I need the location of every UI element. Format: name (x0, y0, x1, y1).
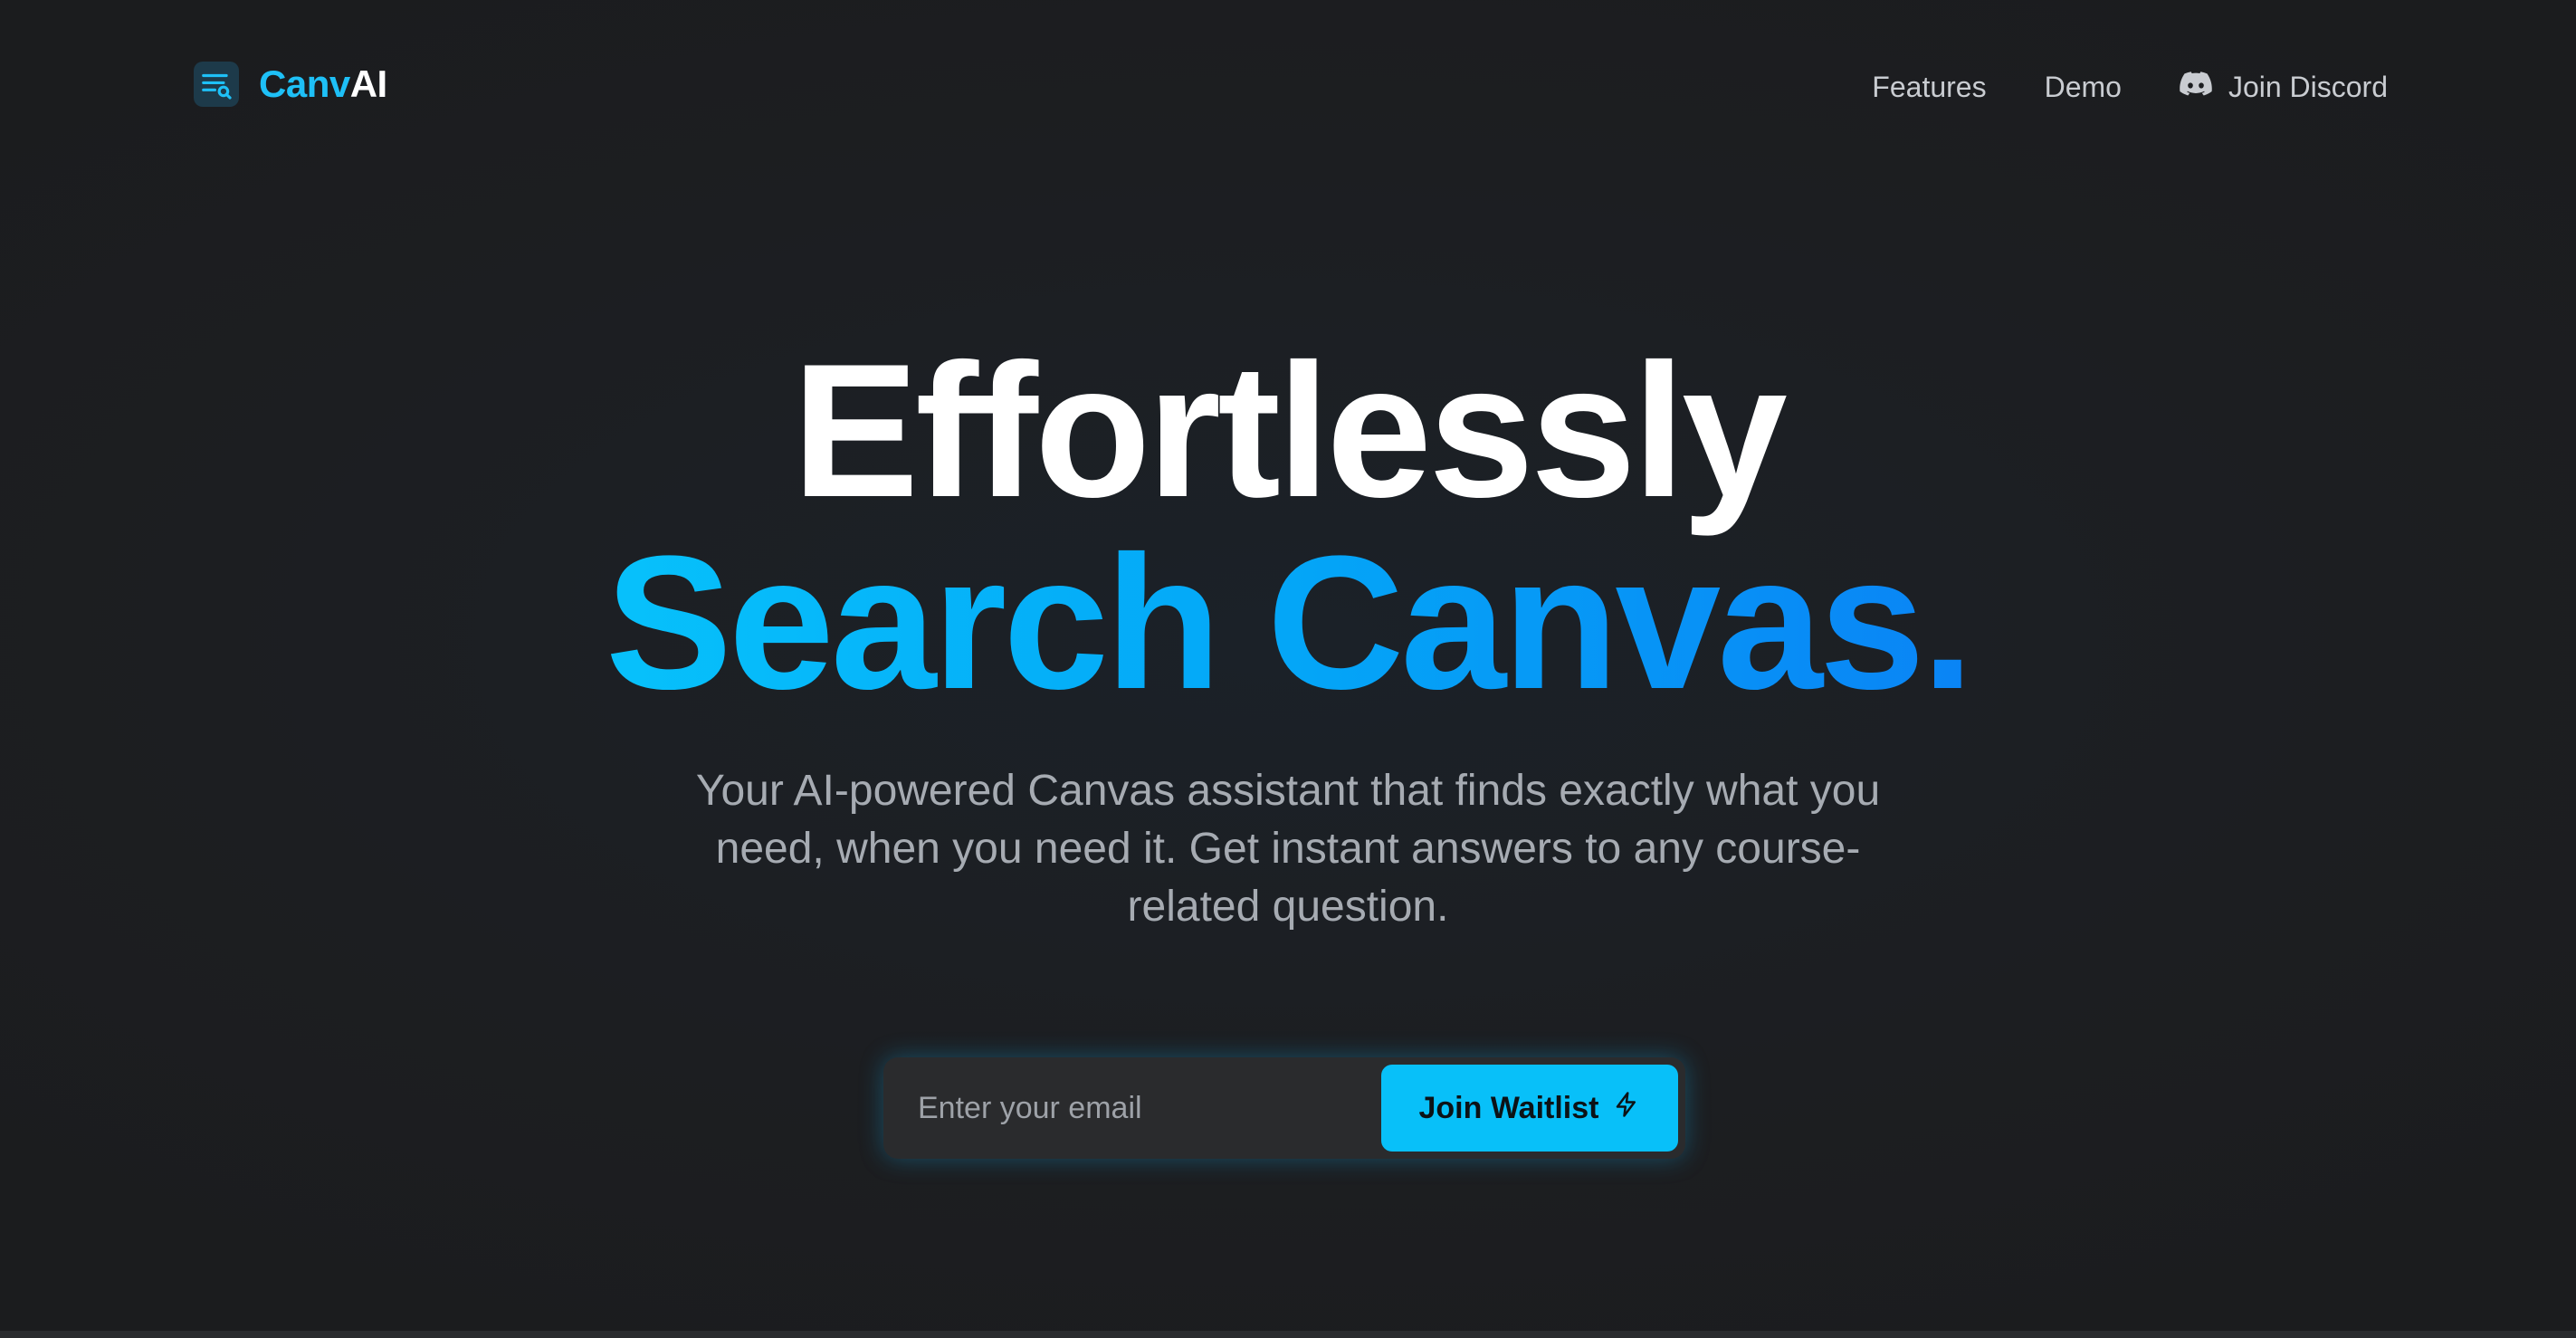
email-input[interactable] (883, 1057, 1381, 1159)
hero-title-line1: Effortlessly (792, 324, 1788, 537)
discord-icon (2180, 63, 2212, 110)
lightning-icon (1613, 1091, 1640, 1126)
nav-features[interactable]: Features (1872, 63, 1986, 110)
hero-title: Effortlessly Search Canvas. (0, 335, 2576, 719)
brand-name-part2: AI (349, 62, 388, 105)
join-waitlist-button[interactable]: Join Waitlist (1381, 1065, 1678, 1152)
hero-subtitle: Your AI-powered Canvas assistant that fi… (695, 767, 1881, 931)
main-nav: Features Demo Join Discord (1872, 63, 2388, 110)
nav-join-discord-label: Join Discord (2228, 71, 2388, 103)
brand-name-part1: Canv (259, 62, 350, 105)
landing-page: CanvAI Features Demo Join Discord Effort… (0, 0, 2576, 1338)
nav-features-label: Features (1872, 71, 1987, 103)
search-list-icon (194, 62, 239, 107)
waitlist-form: Join Waitlist (883, 1057, 1685, 1159)
nav-join-discord[interactable]: Join Discord (2180, 63, 2388, 110)
nav-demo-label: Demo (2044, 71, 2122, 103)
logo-link[interactable]: CanvAI (194, 62, 387, 107)
hero-title-line2: Search Canvas. (605, 516, 1974, 729)
bottom-divider (0, 1331, 2576, 1338)
join-waitlist-label: Join Waitlist (1418, 1090, 1599, 1125)
brand-name: CanvAI (259, 62, 387, 106)
site-header: CanvAI Features Demo Join Discord (0, 0, 2576, 172)
nav-demo[interactable]: Demo (2045, 63, 2122, 110)
